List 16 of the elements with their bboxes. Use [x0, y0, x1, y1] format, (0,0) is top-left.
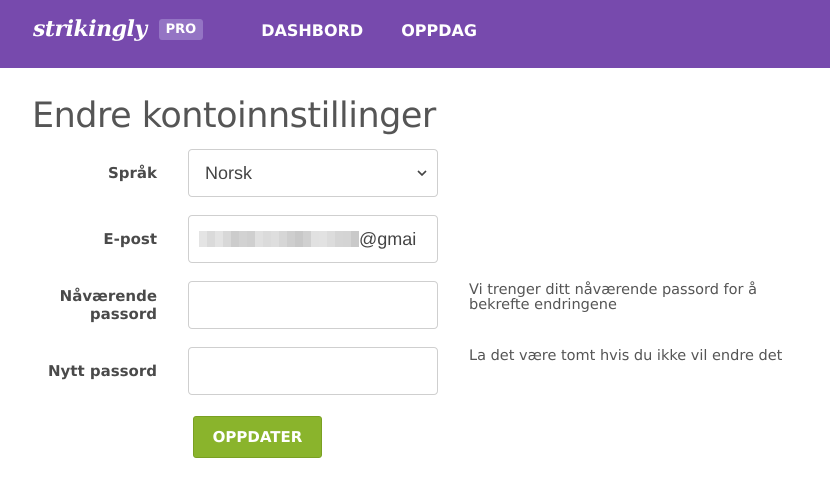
field-label: Nåværende passord — [58, 287, 157, 323]
nav-link[interactable]: OPPDAG — [401, 20, 478, 40]
password-field[interactable] — [188, 281, 438, 329]
field-label: Nytt passord — [46, 362, 157, 380]
field-label: Språk — [106, 164, 157, 182]
password-field[interactable] — [188, 347, 438, 395]
help-text: La det være tomt hvis du ikke vil endre det — [469, 347, 784, 364]
page-title: Endre kontoinnstillinger — [32, 96, 438, 136]
nav-link[interactable]: DASHBORD — [261, 20, 364, 40]
language-dropdown[interactable]: Norsk — [188, 149, 438, 197]
email-field[interactable]: @gmai — [188, 215, 438, 263]
field-label: E-post — [102, 230, 157, 248]
chevron-down-icon — [417, 170, 427, 176]
help-text: Vi trenger ditt nåværende passord for å bekrefte endringene — [469, 281, 758, 313]
logo[interactable]: strikingly — [33, 16, 147, 42]
pro-badge: PRO — [158, 18, 204, 40]
